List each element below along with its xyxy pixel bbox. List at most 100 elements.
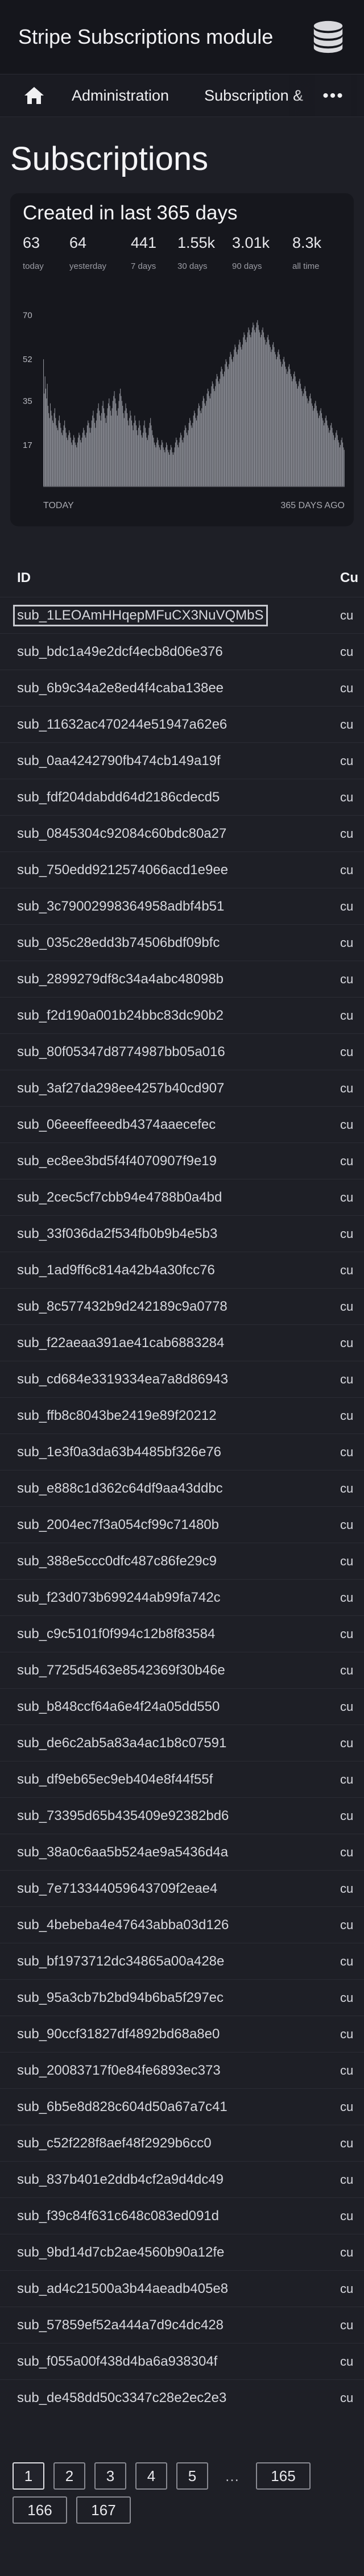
subscription-id-link[interactable]: sub_fdf204dabdd64d2186cdecd5: [17, 790, 220, 805]
subscription-id-link[interactable]: sub_388e5ccc0dfc487c86fe29c9: [17, 1553, 217, 1569]
table-row[interactable]: sub_f39c84f631c648c083ed091d cu: [0, 2197, 364, 2234]
table-row[interactable]: sub_3af27da298ee4257b40cd907 cu: [0, 1070, 364, 1106]
subscription-id-link[interactable]: sub_4bebeba4e47643abba03d126: [17, 1917, 229, 1933]
table-row[interactable]: sub_06eeeffeeedb4374aaecefec cu: [0, 1106, 364, 1142]
subscription-id-link[interactable]: sub_cd684e3319334ea7a8d86943: [17, 1372, 228, 1387]
subscription-id-link[interactable]: sub_73395d65b435409e92382bd6: [17, 1808, 229, 1824]
table-row[interactable]: sub_b848ccf64a6e4f24a05dd550 cu: [0, 1688, 364, 1725]
subscription-id-link[interactable]: sub_ffb8c8043be2419e89f20212: [17, 1408, 217, 1424]
subscription-id-link[interactable]: sub_11632ac470244e51947a62e6: [17, 717, 227, 733]
home-icon[interactable]: [23, 84, 46, 107]
table-row[interactable]: sub_57859ef52a444a7d9c4dc428 cu: [0, 2307, 364, 2343]
table-row[interactable]: sub_7e713344059643709f2eae4 cu: [0, 1870, 364, 1906]
subscription-id-link[interactable]: sub_1LEOAmHHqepMFuCX3NuVQMbS: [13, 604, 268, 626]
table-row[interactable]: sub_cd684e3319334ea7a8d86943 cu: [0, 1361, 364, 1397]
subscription-id-link[interactable]: sub_f055a00f438d4ba6a938304f: [17, 2354, 217, 2370]
subscription-id-link[interactable]: sub_20083717f0e84fe6893ec373: [17, 2063, 221, 2079]
subscription-id-link[interactable]: sub_6b9c34a2e8ed4f4caba138ee: [17, 680, 224, 696]
table-row[interactable]: sub_fdf204dabdd64d2186cdecd5 cu: [0, 779, 364, 815]
table-row[interactable]: sub_2cec5cf7cbb94e4788b0a4bd cu: [0, 1179, 364, 1215]
table-row[interactable]: sub_750edd9212574066acd1e9ee cu: [0, 851, 364, 888]
table-row[interactable]: sub_de6c2ab5a83a4ac1b8c07591 cu: [0, 1725, 364, 1761]
table-row[interactable]: sub_f055a00f438d4ba6a938304f cu: [0, 2343, 364, 2379]
table-row[interactable]: sub_6b9c34a2e8ed4f4caba138ee cu: [0, 670, 364, 706]
subscription-id-link[interactable]: sub_7725d5463e8542369f30b46e: [17, 1663, 225, 1678]
page-button-165[interactable]: 165: [256, 2462, 311, 2490]
table-row[interactable]: sub_c52f228f8aef48f2929b6cc0 cu: [0, 2125, 364, 2161]
subscription-id-link[interactable]: sub_f39c84f631c648c083ed091d: [17, 2208, 219, 2224]
table-row[interactable]: sub_ad4c21500a3b44aeadb405e8 cu: [0, 2270, 364, 2307]
table-row[interactable]: sub_38a0c6aa5b524ae9a5436d4a cu: [0, 1834, 364, 1870]
subscription-id-link[interactable]: sub_c9c5101f0f994c12b8f83584: [17, 1626, 215, 1642]
subscription-id-link[interactable]: sub_035c28edd3b74506bdf09bfc: [17, 935, 220, 951]
table-row[interactable]: sub_ffb8c8043be2419e89f20212 cu: [0, 1397, 364, 1434]
subscription-id-link[interactable]: sub_1ad9ff6c814a42b4a30fcc76: [17, 1262, 215, 1278]
subscription-id-link[interactable]: sub_b848ccf64a6e4f24a05dd550: [17, 1699, 220, 1715]
database-icon[interactable]: [311, 19, 346, 55]
subscription-id-link[interactable]: sub_38a0c6aa5b524ae9a5436d4a: [17, 1844, 228, 1860]
table-row[interactable]: sub_de458dd50c3347c28e2ec2e3 cu: [0, 2379, 364, 2416]
table-row[interactable]: sub_f2d190a001b24bbc83dc90b2 cu: [0, 997, 364, 1033]
table-row[interactable]: sub_33f036da2f534fb0b9b4e5b3 cu: [0, 1215, 364, 1252]
subscription-id-link[interactable]: sub_95a3cb7b2bd94b6ba5f297ec: [17, 1990, 224, 2006]
column-header-customer[interactable]: Cu: [340, 570, 358, 586]
table-row[interactable]: sub_8c577432b9d242189c9a0778 cu: [0, 1288, 364, 1324]
subscription-id-link[interactable]: sub_33f036da2f534fb0b9b4e5b3: [17, 1226, 217, 1242]
table-row[interactable]: sub_c9c5101f0f994c12b8f83584 cu: [0, 1615, 364, 1652]
table-row[interactable]: sub_3c79002998364958adbf4b51 cu: [0, 888, 364, 924]
subscription-id-link[interactable]: sub_de6c2ab5a83a4ac1b8c07591: [17, 1735, 226, 1751]
subscription-id-link[interactable]: sub_3af27da298ee4257b40cd907: [17, 1081, 224, 1096]
table-row[interactable]: sub_df9eb65ec9eb404e8f44f55f cu: [0, 1761, 364, 1797]
table-row[interactable]: sub_90ccf31827df4892bd68a8e0 cu: [0, 2016, 364, 2052]
page-button-4[interactable]: 4: [135, 2462, 167, 2490]
table-row[interactable]: sub_4bebeba4e47643abba03d126 cu: [0, 1906, 364, 1943]
table-row[interactable]: sub_0845304c92084c60bdc80a27 cu: [0, 815, 364, 851]
subscription-id-link[interactable]: sub_bf1973712dc34865a00a428e: [17, 1954, 224, 1970]
table-row[interactable]: sub_2004ec7f3a054cf99c71480b cu: [0, 1506, 364, 1543]
subscription-id-link[interactable]: sub_8c577432b9d242189c9a0778: [17, 1299, 228, 1315]
table-row[interactable]: sub_f23d073b699244ab99fa742c cu: [0, 1579, 364, 1615]
table-row[interactable]: sub_bf1973712dc34865a00a428e cu: [0, 1943, 364, 1979]
table-row[interactable]: sub_73395d65b435409e92382bd6 cu: [0, 1797, 364, 1834]
subscription-id-link[interactable]: sub_de458dd50c3347c28e2ec2e3: [17, 2390, 226, 2406]
page-button-5[interactable]: 5: [176, 2462, 208, 2490]
table-row[interactable]: sub_11632ac470244e51947a62e6 cu: [0, 706, 364, 742]
table-row[interactable]: sub_9bd14d7cb2ae4560b90a12fe cu: [0, 2234, 364, 2270]
subscription-id-link[interactable]: sub_0aa4242790fb474cb149a19f: [17, 753, 221, 769]
subscription-id-link[interactable]: sub_750edd9212574066acd1e9ee: [17, 862, 228, 878]
page-button-1[interactable]: 1: [13, 2462, 44, 2490]
subscription-id-link[interactable]: sub_c52f228f8aef48f2929b6cc0: [17, 2135, 212, 2151]
subscription-id-link[interactable]: sub_bdc1a49e2dcf4ecb8d06e376: [17, 644, 223, 660]
table-row[interactable]: sub_e888c1d362c64df9aa43ddbc cu: [0, 1470, 364, 1506]
table-row[interactable]: sub_20083717f0e84fe6893ec373 cu: [0, 2052, 364, 2088]
table-row[interactable]: sub_95a3cb7b2bd94b6ba5f297ec cu: [0, 1979, 364, 2016]
table-row[interactable]: sub_6b5e8d828c604d50a67a7c41 cu: [0, 2088, 364, 2125]
subscription-id-link[interactable]: sub_ec8ee3bd5f4f4070907f9e19: [17, 1153, 217, 1169]
table-row[interactable]: sub_1e3f0a3da63b4485bf326e76 cu: [0, 1434, 364, 1470]
subscription-id-link[interactable]: sub_2899279df8c34a4abc48098b: [17, 971, 224, 987]
subscription-id-link[interactable]: sub_f2d190a001b24bbc83dc90b2: [17, 1008, 224, 1024]
nav-link-subscription[interactable]: Subscription &: [204, 87, 303, 105]
subscription-id-link[interactable]: sub_9bd14d7cb2ae4560b90a12fe: [17, 2245, 224, 2261]
page-button-2[interactable]: 2: [53, 2462, 85, 2490]
table-row[interactable]: sub_f22aeaa391ae41cab6883284 cu: [0, 1324, 364, 1361]
subscription-id-link[interactable]: sub_e888c1d362c64df9aa43ddbc: [17, 1481, 223, 1497]
subscription-id-link[interactable]: sub_837b401e2ddb4cf2a9d4dc49: [17, 2172, 224, 2188]
table-row[interactable]: sub_ec8ee3bd5f4f4070907f9e19 cu: [0, 1142, 364, 1179]
subscription-id-link[interactable]: sub_f22aeaa391ae41cab6883284: [17, 1335, 224, 1351]
page-button-3[interactable]: 3: [94, 2462, 126, 2490]
page-button-166[interactable]: 166: [13, 2496, 67, 2524]
table-row[interactable]: sub_1ad9ff6c814a42b4a30fcc76 cu: [0, 1252, 364, 1288]
table-row[interactable]: sub_7725d5463e8542369f30b46e cu: [0, 1652, 364, 1688]
table-row[interactable]: sub_bdc1a49e2dcf4ecb8d06e376 cu: [0, 633, 364, 670]
table-row[interactable]: sub_035c28edd3b74506bdf09bfc cu: [0, 924, 364, 961]
subscription-id-link[interactable]: sub_ad4c21500a3b44aeadb405e8: [17, 2281, 228, 2297]
subscription-id-link[interactable]: sub_6b5e8d828c604d50a67a7c41: [17, 2099, 228, 2115]
subscription-id-link[interactable]: sub_2004ec7f3a054cf99c71480b: [17, 1517, 219, 1533]
table-row[interactable]: sub_1LEOAmHHqepMFuCX3NuVQMbS cu: [0, 597, 364, 633]
subscription-id-link[interactable]: sub_57859ef52a444a7d9c4dc428: [17, 2317, 224, 2333]
table-row[interactable]: sub_2899279df8c34a4abc48098b cu: [0, 961, 364, 997]
subscription-id-link[interactable]: sub_7e713344059643709f2eae4: [17, 1881, 217, 1897]
more-menu-icon[interactable]: •••: [315, 74, 351, 117]
subscription-id-link[interactable]: sub_df9eb65ec9eb404e8f44f55f: [17, 1772, 213, 1788]
